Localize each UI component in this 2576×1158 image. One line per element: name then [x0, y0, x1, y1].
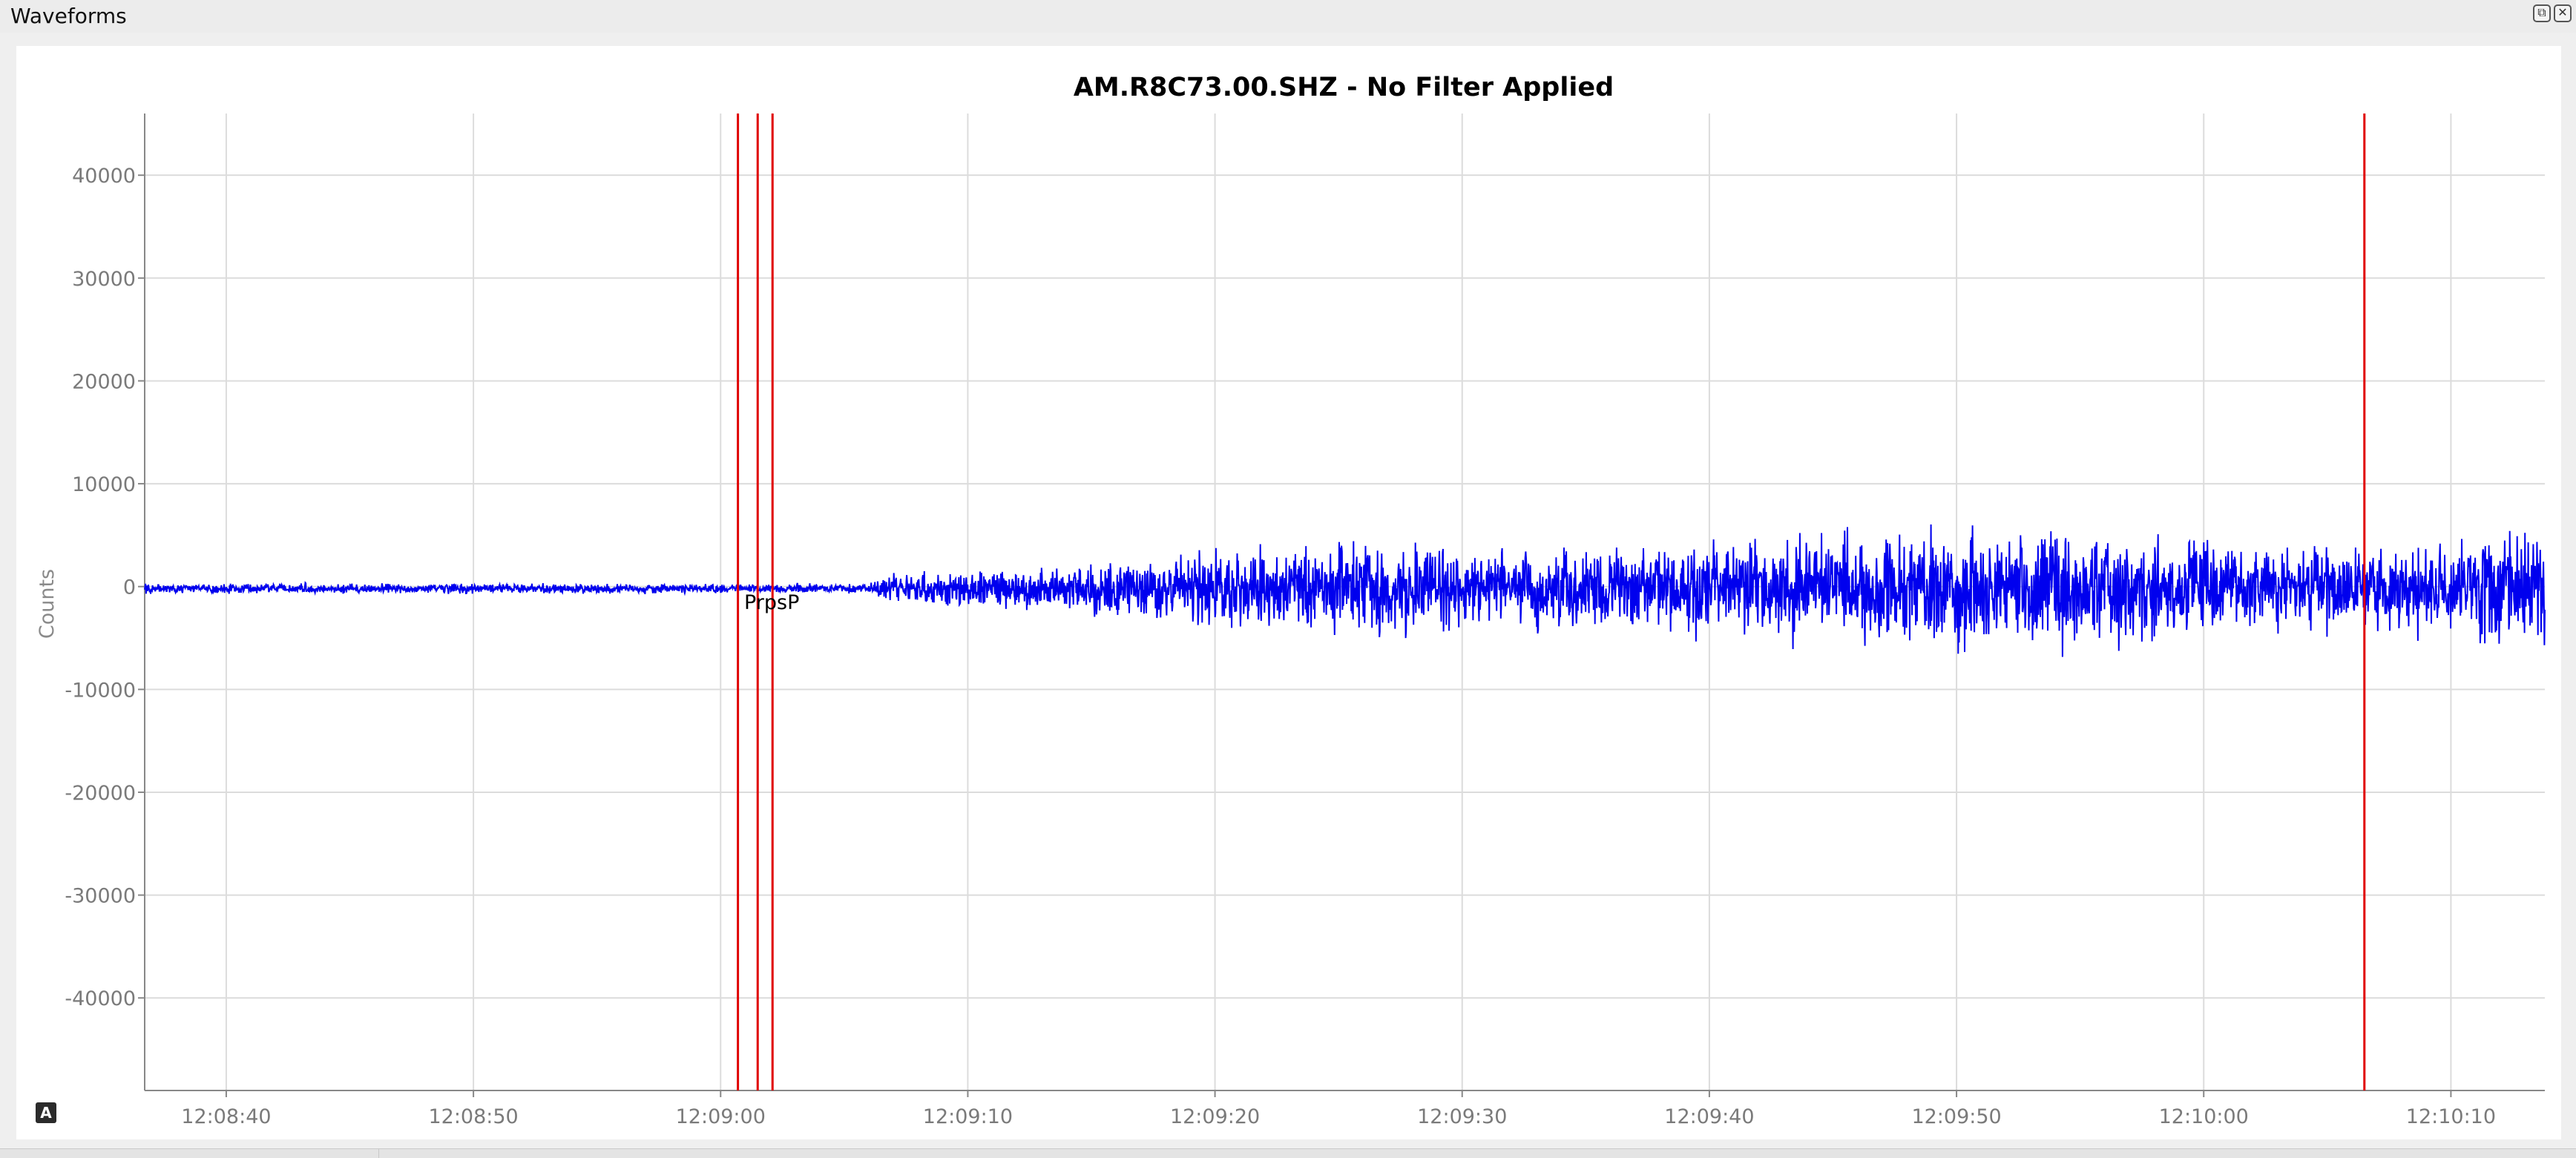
x-tick-label: 12:08:40 — [181, 1105, 271, 1128]
y-tick-label: -20000 — [65, 782, 136, 805]
x-tick-label: 12:09:30 — [1417, 1105, 1507, 1128]
x-tick-label: 12:09:40 — [1664, 1105, 1754, 1128]
x-tick-label: 12:08:50 — [428, 1105, 518, 1128]
waveforms-window: Waveforms ⧉ ✕ 12:08:40 12:08:50 12:09:00 12… — [0, 0, 2576, 1158]
y-tick-label: 30000 — [72, 268, 136, 291]
y-tick-label: 10000 — [72, 473, 136, 496]
y-tick-label: 40000 — [72, 165, 136, 188]
waveform-chart[interactable]: 12:08:40 12:08:50 12:09:00 12:09:10 12:09:20… — [0, 0, 2576, 1157]
y-tick-label: 20000 — [72, 370, 136, 393]
waveform-trace — [144, 524, 2546, 657]
status-strip — [0, 1148, 2576, 1158]
x-tick-label: 12:09:00 — [676, 1105, 766, 1128]
y-axis-label: Counts — [36, 569, 59, 639]
status-segment — [0, 1149, 379, 1158]
x-tick-label: 12:09:10 — [923, 1105, 1013, 1128]
chart-title: AM.R8C73.00.SHZ - No Filter Applied — [1074, 73, 1614, 102]
grid-lines — [145, 114, 2545, 1090]
y-tick-label: -40000 — [65, 987, 136, 1010]
pick-label: PrpsP — [744, 591, 799, 614]
y-tick-label: -10000 — [65, 679, 136, 702]
y-tick-label: 0 — [123, 576, 136, 599]
y-tick-label: -30000 — [65, 885, 136, 908]
auto-scale-badge[interactable]: A — [36, 1102, 56, 1123]
axes: 12:08:40 12:08:50 12:09:00 12:09:10 12:09:20… — [65, 114, 2545, 1128]
waveform-trace-group — [144, 524, 2546, 657]
x-tick-label: 12:09:50 — [1911, 1105, 2001, 1128]
x-tick-label: 12:10:10 — [2406, 1105, 2496, 1128]
x-tick-label: 12:10:00 — [2159, 1105, 2249, 1128]
x-tick-label: 12:09:20 — [1170, 1105, 1260, 1128]
